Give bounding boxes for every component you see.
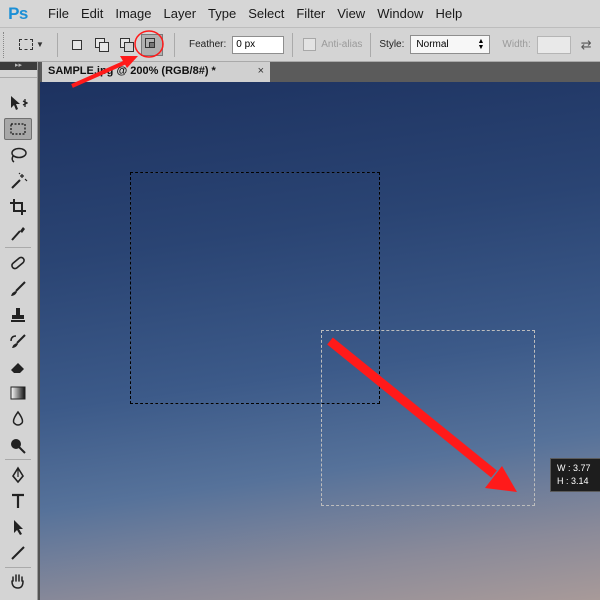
- brush-icon: [11, 281, 26, 296]
- add-to-selection-button[interactable]: [91, 34, 113, 56]
- anti-alias-label: Anti-alias: [321, 39, 363, 50]
- chevron-down-icon: ▼: [36, 40, 44, 49]
- panel-grip[interactable]: [0, 70, 37, 78]
- tooltip-width: W : 3.77: [557, 463, 591, 473]
- lasso-icon: [11, 147, 27, 163]
- history-brush-tool[interactable]: [4, 330, 32, 352]
- feather-input[interactable]: [232, 35, 285, 54]
- clone-stamp-icon: [11, 308, 25, 322]
- hand-tool[interactable]: [4, 570, 32, 592]
- blur-tool[interactable]: [4, 408, 32, 430]
- stepper-arrows-icon: ▲ ▼: [477, 37, 485, 51]
- menu-type[interactable]: Type: [202, 0, 242, 28]
- divider: [5, 567, 31, 568]
- divider: [174, 32, 175, 57]
- lasso-tool[interactable]: [4, 144, 32, 166]
- menu-select[interactable]: Select: [242, 0, 290, 28]
- move-icon: [11, 96, 28, 110]
- width-label: Width:: [502, 39, 531, 50]
- move-tool[interactable]: [4, 92, 32, 114]
- menu-window[interactable]: Window: [371, 0, 429, 28]
- photoshop-logo: Ps: [8, 3, 28, 23]
- healing-brush-icon: [11, 256, 25, 270]
- eraser-icon: [11, 363, 24, 373]
- close-icon[interactable]: ×: [258, 65, 264, 79]
- divider: [292, 32, 294, 57]
- type-icon: [12, 493, 24, 508]
- crop-tool[interactable]: [4, 196, 32, 218]
- divider: [5, 247, 31, 248]
- width-input[interactable]: [536, 35, 571, 54]
- gradient-icon: [10, 386, 26, 400]
- line-icon: [11, 546, 25, 560]
- selection-size-tooltip: W : 3.77 H : 3.14: [550, 458, 600, 492]
- document-tab[interactable]: SAMPLE.jpg @ 200% (RGB/8#) * ×: [42, 62, 270, 82]
- options-bar: ▼ Feather: Anti-alias Style: Normal ▲▼ W…: [0, 28, 600, 62]
- style-value: Normal: [416, 39, 449, 50]
- menu-help[interactable]: Help: [429, 0, 468, 28]
- intersect-selection-preview: [321, 330, 535, 506]
- pen-tool[interactable]: [4, 464, 32, 486]
- hand-icon: [11, 574, 24, 589]
- eyedropper-icon: [11, 227, 25, 241]
- magic-wand-icon: [11, 172, 28, 189]
- swap-width-height-icon[interactable]: ⇄: [581, 37, 592, 53]
- menu-view[interactable]: View: [331, 0, 371, 28]
- anti-alias-checkbox[interactable]: [303, 38, 317, 51]
- clone-stamp-tool[interactable]: [4, 304, 32, 326]
- eyedropper-tool[interactable]: [4, 222, 32, 244]
- divider: [5, 459, 31, 460]
- menu-layer[interactable]: Layer: [158, 0, 203, 28]
- menu-image[interactable]: Image: [109, 0, 157, 28]
- line-tool[interactable]: [4, 542, 32, 564]
- document-tab-title: SAMPLE.jpg @ 200% (RGB/8#) *: [48, 65, 216, 77]
- tooltip-height: H : 3.14: [557, 476, 589, 486]
- menu-file[interactable]: File: [36, 0, 75, 28]
- path-selection-icon: [14, 520, 23, 535]
- gradient-tool[interactable]: [4, 382, 32, 404]
- eraser-tool[interactable]: [4, 356, 32, 378]
- crop-icon: [10, 199, 26, 215]
- document-tab-strip: SAMPLE.jpg @ 200% (RGB/8#) * ×: [40, 62, 600, 82]
- subtract-from-selection-button[interactable]: [116, 34, 138, 56]
- rectangular-marquee-tool[interactable]: [4, 118, 32, 140]
- healing-brush-tool[interactable]: [4, 252, 32, 274]
- menu-bar: Ps File Edit Image Layer Type Select Fil…: [0, 0, 600, 28]
- tool-preset-picker[interactable]: ▼: [19, 34, 49, 56]
- intersect-with-selection-button[interactable]: [141, 33, 163, 56]
- blur-icon: [12, 410, 24, 426]
- magic-wand-tool[interactable]: [4, 170, 32, 192]
- feather-label: Feather:: [189, 39, 227, 50]
- dodge-tool[interactable]: [4, 434, 32, 456]
- dodge-icon: [11, 439, 26, 454]
- rectangular-marquee-icon: [19, 39, 33, 50]
- brush-tool[interactable]: [4, 278, 32, 300]
- path-selection-tool[interactable]: [4, 516, 32, 538]
- options-bar-grip[interactable]: [3, 31, 11, 58]
- history-brush-icon: [10, 334, 26, 348]
- type-tool[interactable]: [4, 490, 32, 512]
- divider: [57, 32, 58, 57]
- menu-edit[interactable]: Edit: [75, 0, 109, 28]
- panel-collapse-icon[interactable]: ▸▸: [0, 62, 37, 70]
- menu-filter[interactable]: Filter: [290, 0, 331, 28]
- tools-panel: ▸▸: [0, 62, 38, 600]
- style-label: Style:: [379, 39, 405, 50]
- divider: [370, 32, 372, 57]
- rectangular-marquee-icon: [10, 123, 26, 135]
- new-selection-button[interactable]: [66, 34, 88, 56]
- pen-icon: [12, 466, 24, 484]
- style-select[interactable]: Normal ▲ ▼: [410, 35, 491, 54]
- new-selection-icon: [72, 39, 82, 50]
